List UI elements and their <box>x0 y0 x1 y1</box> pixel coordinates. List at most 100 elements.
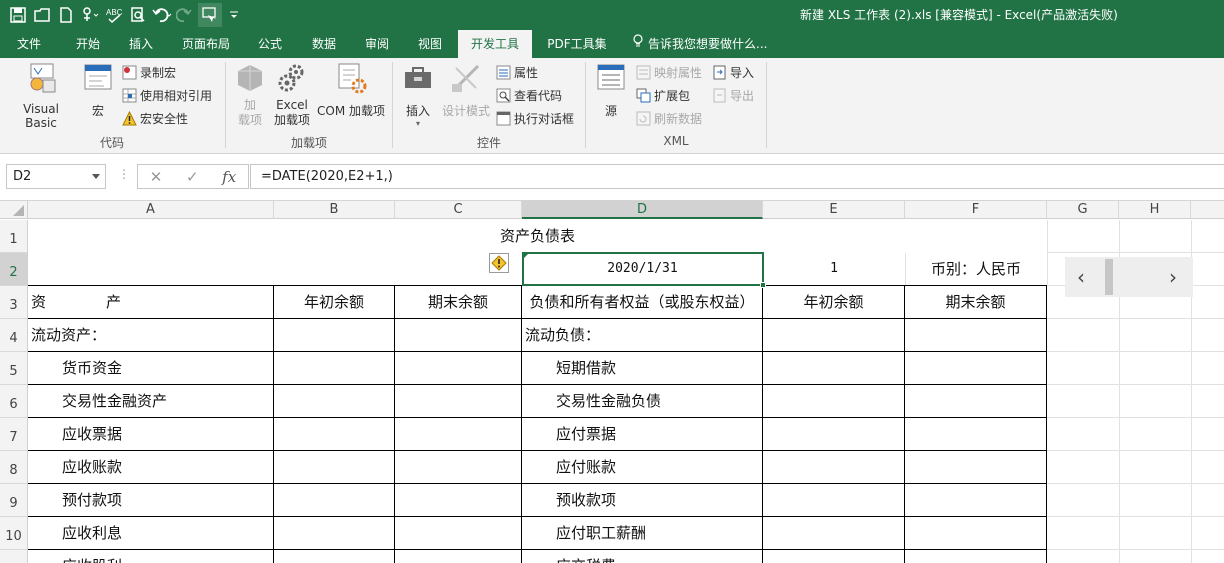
record-macro-button[interactable]: 录制宏 <box>122 62 176 82</box>
row-header-11[interactable] <box>0 550 28 563</box>
run-dialog-button[interactable]: 执行对话框 <box>496 108 574 128</box>
select-all-corner[interactable] <box>0 201 28 219</box>
header-begin-liab[interactable]: 年初余额 <box>763 286 904 319</box>
macros-button[interactable]: 宏 <box>80 62 116 119</box>
liab-row-label[interactable]: 应付票据 <box>556 418 762 451</box>
excel-addins-button[interactable]: Excel 加载项 <box>272 62 312 128</box>
column-header-b[interactable]: B <box>274 201 395 219</box>
scroll-thumb[interactable] <box>1105 259 1113 295</box>
name-box[interactable]: D2 <box>6 164 106 189</box>
insert-function-icon[interactable]: fx <box>222 168 236 186</box>
header-assets[interactable]: 资 产 <box>31 286 273 319</box>
cell-e2[interactable]: 1 <box>763 253 905 286</box>
expansion-packs-button[interactable]: 扩展包 <box>636 85 690 105</box>
tab-data[interactable]: 数据 <box>300 30 348 58</box>
open-icon[interactable] <box>30 3 54 27</box>
header-liabilities[interactable]: 负债和所有者权益（或股东权益） <box>522 286 762 319</box>
excel-addins-label-2: 加载项 <box>273 113 310 127</box>
liab-row-label[interactable]: 应交税费 <box>556 550 762 563</box>
row-header-1[interactable]: 1 <box>0 220 28 253</box>
insert-control-button[interactable]: 插入 ▾ <box>398 62 438 128</box>
column-header-next[interactable] <box>1191 201 1224 219</box>
export-button[interactable]: 导出 <box>712 85 754 105</box>
redo-icon[interactable] <box>174 3 198 27</box>
column-header-a[interactable]: A <box>28 201 274 219</box>
liab-row-label[interactable]: 流动负债： <box>525 319 762 352</box>
worksheet-grid[interactable]: A B C D E F G H 1 2 3 4 5 6 7 8 9 10 资产负… <box>0 201 1224 563</box>
asset-row-label[interactable]: 应收票据 <box>62 418 273 451</box>
enter-icon[interactable]: ✓ <box>186 168 199 186</box>
asset-row-label[interactable]: 应收账款 <box>62 451 273 484</box>
touch-mode-icon[interactable] <box>78 3 102 27</box>
row-header-4[interactable]: 4 <box>0 319 28 352</box>
cell-f2[interactable]: 币别：人民币 <box>905 253 1047 286</box>
cancel-icon[interactable]: ✕ <box>150 168 163 186</box>
asset-row-label[interactable]: 预付款项 <box>62 484 273 517</box>
import-button[interactable]: 导入 <box>712 62 754 82</box>
tab-pdf-tools[interactable]: PDF工具集 <box>540 30 614 58</box>
tab-review[interactable]: 审阅 <box>354 30 400 58</box>
refresh-data-button[interactable]: 刷新数据 <box>636 108 702 128</box>
error-warning-icon[interactable] <box>489 253 509 273</box>
column-header-c[interactable]: C <box>395 201 522 219</box>
spelling-icon[interactable]: ABC <box>102 3 126 27</box>
header-begin-assets[interactable]: 年初余额 <box>274 286 394 319</box>
formula-input[interactable]: =DATE(2020,E2+1,) <box>250 164 1224 189</box>
row-header-3[interactable]: 3 <box>0 286 28 319</box>
undo-icon[interactable] <box>150 3 174 27</box>
chevron-right-icon[interactable]: › <box>1169 265 1177 289</box>
row-header-7[interactable]: 7 <box>0 418 28 451</box>
row-header-2[interactable]: 2 <box>0 253 28 286</box>
tab-home[interactable]: 开始 <box>62 30 114 58</box>
column-header-g[interactable]: G <box>1047 201 1119 219</box>
liab-row-label[interactable]: 短期借款 <box>556 352 762 385</box>
tab-view[interactable]: 视图 <box>406 30 454 58</box>
addins-button[interactable]: 加载项 <box>232 62 268 128</box>
column-header-d[interactable]: D <box>522 201 763 219</box>
header-end-liab[interactable]: 期末余额 <box>905 286 1046 319</box>
tab-page-layout[interactable]: 页面布局 <box>172 30 240 58</box>
tab-formulas[interactable]: 公式 <box>246 30 294 58</box>
column-header-h[interactable]: H <box>1119 201 1191 219</box>
tab-developer[interactable]: 开发工具 <box>458 30 532 58</box>
row-header-10[interactable]: 10 <box>0 517 28 550</box>
column-header-e[interactable]: E <box>763 201 905 219</box>
chevron-left-icon[interactable]: ‹ <box>1077 265 1085 289</box>
scroll-widget[interactable]: ‹ › <box>1065 257 1193 297</box>
com-addins-button[interactable]: COM 加载项 <box>314 62 388 119</box>
asset-row-label[interactable]: 流动资产： <box>31 319 273 352</box>
visual-basic-button[interactable]: Visual Basic <box>6 62 76 130</box>
source-button[interactable]: 源 <box>594 62 628 119</box>
liab-row-label[interactable]: 交易性金融负债 <box>556 385 762 418</box>
relative-reference-button[interactable]: 使用相对引用 <box>122 85 212 105</box>
row-header-9[interactable]: 9 <box>0 484 28 517</box>
view-code-button[interactable]: 查看代码 <box>496 85 562 105</box>
properties-button[interactable]: 属性 <box>496 62 538 82</box>
row-header-8[interactable]: 8 <box>0 451 28 484</box>
save-icon[interactable] <box>6 3 30 27</box>
formula-bar-grip-icon[interactable]: ⋮ <box>118 167 130 181</box>
tell-me-search[interactable]: 告诉我您想要做什么... <box>632 30 776 58</box>
design-mode-button[interactable]: 设计模式 <box>440 62 492 119</box>
customize-qat-icon[interactable] <box>222 3 246 27</box>
asset-row-label[interactable]: 应收利息 <box>62 517 273 550</box>
liab-row-label[interactable]: 应付账款 <box>556 451 762 484</box>
liab-row-label[interactable]: 预收款项 <box>556 484 762 517</box>
macro-security-button[interactable]: 宏安全性 <box>122 108 188 128</box>
sheet-title[interactable]: 资产负债表 <box>28 220 1047 253</box>
new-icon[interactable] <box>54 3 78 27</box>
print-preview-icon[interactable] <box>126 3 150 27</box>
liab-row-label[interactable]: 应付职工薪酬 <box>556 517 762 550</box>
header-end-assets[interactable]: 期末余额 <box>395 286 521 319</box>
asset-row-label[interactable]: 交易性金融资产 <box>62 385 273 418</box>
row-header-6[interactable]: 6 <box>0 385 28 418</box>
chevron-down-icon[interactable] <box>92 174 100 179</box>
column-header-f[interactable]: F <box>905 201 1047 219</box>
asset-row-label[interactable]: 应收股利 <box>62 550 273 563</box>
tab-insert[interactable]: 插入 <box>116 30 166 58</box>
map-properties-button[interactable]: 映射属性 <box>636 62 702 82</box>
asset-row-label[interactable]: 货币资金 <box>62 352 273 385</box>
tab-file[interactable]: 文件 <box>6 30 52 58</box>
row-header-5[interactable]: 5 <box>0 352 28 385</box>
custom-icon[interactable] <box>198 3 222 27</box>
